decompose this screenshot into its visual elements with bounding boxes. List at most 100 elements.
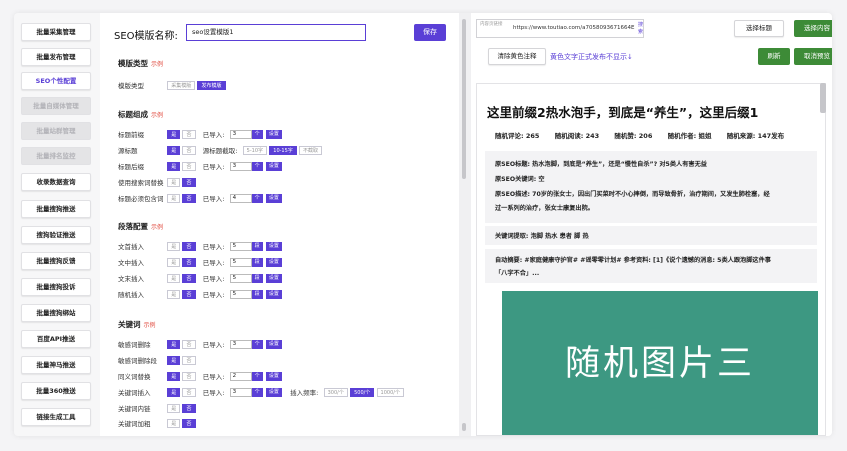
sidebar: 批量采集管理 批量发布管理 SEO个性配置 批量自媒体管理 批量站群管理 批量排…	[14, 13, 100, 436]
combine-count-input[interactable]: 4	[229, 193, 252, 203]
example-link[interactable]: 示例	[144, 322, 156, 329]
no-toggle[interactable]: 否	[182, 371, 196, 381]
no-toggle[interactable]: 否	[182, 161, 196, 171]
para-random-count-input[interactable]: 5	[229, 289, 252, 299]
sidebar-item-sogou-verify[interactable]: 搜狗验证推送	[21, 226, 91, 244]
sidebar-item-sogou-feedback[interactable]: 批量搜狗反馈	[21, 252, 91, 270]
sidebar-item-publish[interactable]: 批量发布管理	[21, 48, 91, 66]
yes-toggle[interactable]: 是	[167, 371, 181, 381]
select-content-button[interactable]: 选择内容	[794, 20, 832, 37]
section-keyword: 关键词 示例	[118, 319, 156, 330]
section-title: 关键词	[118, 320, 141, 329]
setting-button[interactable]: 设置	[265, 339, 282, 349]
no-toggle[interactable]: 否	[182, 145, 196, 155]
cancel-preview-button[interactable]: 取消预览	[794, 48, 832, 65]
setting-button[interactable]: 设置	[265, 257, 282, 267]
sidebar-item-link-tool[interactable]: 链接生成工具	[21, 408, 91, 426]
yes-toggle[interactable]: 是	[167, 257, 181, 267]
select-title-button[interactable]: 选择标题	[734, 20, 784, 37]
no-toggle[interactable]: 否	[182, 387, 196, 397]
keyword-extract-line: 关键词提取: 泡脚 热水 患者 脚 热	[495, 233, 589, 240]
imported-label: 已导入:	[202, 195, 225, 203]
example-link[interactable]: 示例	[151, 112, 163, 119]
url-search-button[interactable]: 搜索	[638, 22, 646, 36]
no-toggle[interactable]: 否	[182, 177, 196, 187]
no-toggle[interactable]: 否	[182, 273, 196, 283]
row-sensitive-delete: 敏感词删除 是 否 已导入: 3个 设置	[118, 339, 282, 349]
cut-option-5-10[interactable]: 5-10字	[242, 145, 268, 155]
yes-toggle[interactable]: 是	[167, 355, 181, 365]
section-title-composition: 标题组成 示例	[118, 109, 163, 120]
yes-toggle[interactable]: 是	[167, 129, 181, 139]
sidebar-item-360[interactable]: 批量360推送	[21, 382, 91, 400]
clear-yellow-notes-button[interactable]: 清除黄色注释	[488, 48, 546, 65]
sidebar-item-shenma[interactable]: 批量神马推送	[21, 356, 91, 374]
article-title: 这里前缀2热水泡手，到底是“养生”，这里后缀1	[487, 105, 759, 120]
kw-insert-count-input[interactable]: 3	[229, 387, 252, 397]
setting-button[interactable]: 设置	[265, 289, 282, 299]
refresh-button[interactable]: 刷新	[758, 48, 790, 65]
para-middle-count-input[interactable]: 5	[229, 257, 252, 267]
no-toggle[interactable]: 否	[182, 418, 196, 428]
save-button[interactable]: 保存	[414, 24, 446, 41]
setting-button[interactable]: 设置	[265, 371, 282, 381]
suffix-count-input[interactable]: 3	[229, 161, 252, 171]
url-input[interactable]: https://www.toutiao.com/a7058093671664E	[513, 25, 634, 31]
yes-toggle[interactable]: 是	[167, 403, 181, 413]
yes-toggle[interactable]: 是	[167, 387, 181, 397]
sidebar-item-sogou-push[interactable]: 批量搜狗推送	[21, 200, 91, 218]
yes-toggle[interactable]: 是	[167, 145, 181, 155]
setting-button[interactable]: 设置	[265, 241, 282, 251]
setting-button[interactable]: 设置	[265, 387, 282, 397]
yes-toggle[interactable]: 是	[167, 289, 181, 299]
sidebar-item-baidu-api[interactable]: 百度API推送	[21, 330, 91, 348]
no-toggle[interactable]: 否	[182, 129, 196, 139]
row-para-head: 文首插入 是 否 已导入: 5段 设置	[118, 241, 282, 251]
editor-scrollbar-end[interactable]	[462, 423, 466, 431]
freq-option-1000[interactable]: 1000/个	[376, 387, 404, 397]
imported-label: 已导入:	[202, 131, 225, 139]
option-publish-template[interactable]: 发布模版	[197, 80, 226, 90]
freq-option-500[interactable]: 500/个	[350, 387, 375, 397]
template-name-input[interactable]: seo设置模版1	[186, 24, 366, 41]
no-toggle[interactable]: 否	[182, 339, 196, 349]
yes-toggle[interactable]: 是	[167, 273, 181, 283]
no-toggle[interactable]: 否	[182, 403, 196, 413]
yes-toggle[interactable]: 是	[167, 418, 181, 428]
setting-button[interactable]: 设置	[265, 129, 282, 139]
row-synonym: 同义词替换 是 否 已导入: 2个 设置	[118, 371, 282, 381]
para-head-count-input[interactable]: 5	[229, 241, 252, 251]
cut-option-none[interactable]: 不截取	[299, 145, 323, 155]
sidebar-item-collect[interactable]: 批量采集管理	[21, 23, 91, 41]
example-link[interactable]: 示例	[151, 61, 163, 68]
setting-button[interactable]: 设置	[265, 193, 282, 203]
option-collect-template[interactable]: 采集模版	[167, 80, 196, 90]
url-input-box[interactable]: 内容页链接 https://www.toutiao.com/a705809367…	[476, 19, 644, 38]
sidebar-item-sogou-bind[interactable]: 批量搜狗绑站	[21, 304, 91, 322]
preview-scrollbar[interactable]	[820, 83, 826, 113]
freq-option-300[interactable]: 300/个	[323, 387, 348, 397]
prefix-count-input[interactable]: 3	[229, 129, 252, 139]
cut-option-10-15[interactable]: 10-15字	[269, 145, 297, 155]
imported-label: 已导入:	[202, 259, 225, 267]
no-toggle[interactable]: 否	[182, 257, 196, 267]
example-link[interactable]: 示例	[151, 224, 163, 231]
yes-toggle[interactable]: 是	[167, 241, 181, 251]
para-tail-count-input[interactable]: 5	[229, 273, 252, 283]
synonym-count-input[interactable]: 2	[229, 371, 252, 381]
setting-button[interactable]: 设置	[265, 161, 282, 171]
sidebar-item-sogou-complaint[interactable]: 批量搜狗投诉	[21, 278, 91, 296]
sidebar-item-seo-config[interactable]: SEO个性配置	[21, 72, 91, 90]
setting-button[interactable]: 设置	[265, 273, 282, 283]
no-toggle[interactable]: 否	[182, 193, 196, 203]
yes-toggle[interactable]: 是	[167, 193, 181, 203]
yes-toggle[interactable]: 是	[167, 177, 181, 187]
no-toggle[interactable]: 否	[182, 355, 196, 365]
sidebar-item-index-query[interactable]: 收录数据查询	[21, 173, 91, 191]
yes-toggle[interactable]: 是	[167, 339, 181, 349]
sensitive-count-input[interactable]: 3	[229, 339, 252, 349]
yes-toggle[interactable]: 是	[167, 161, 181, 171]
no-toggle[interactable]: 否	[182, 241, 196, 251]
no-toggle[interactable]: 否	[182, 289, 196, 299]
editor-scrollbar[interactable]	[462, 19, 466, 179]
